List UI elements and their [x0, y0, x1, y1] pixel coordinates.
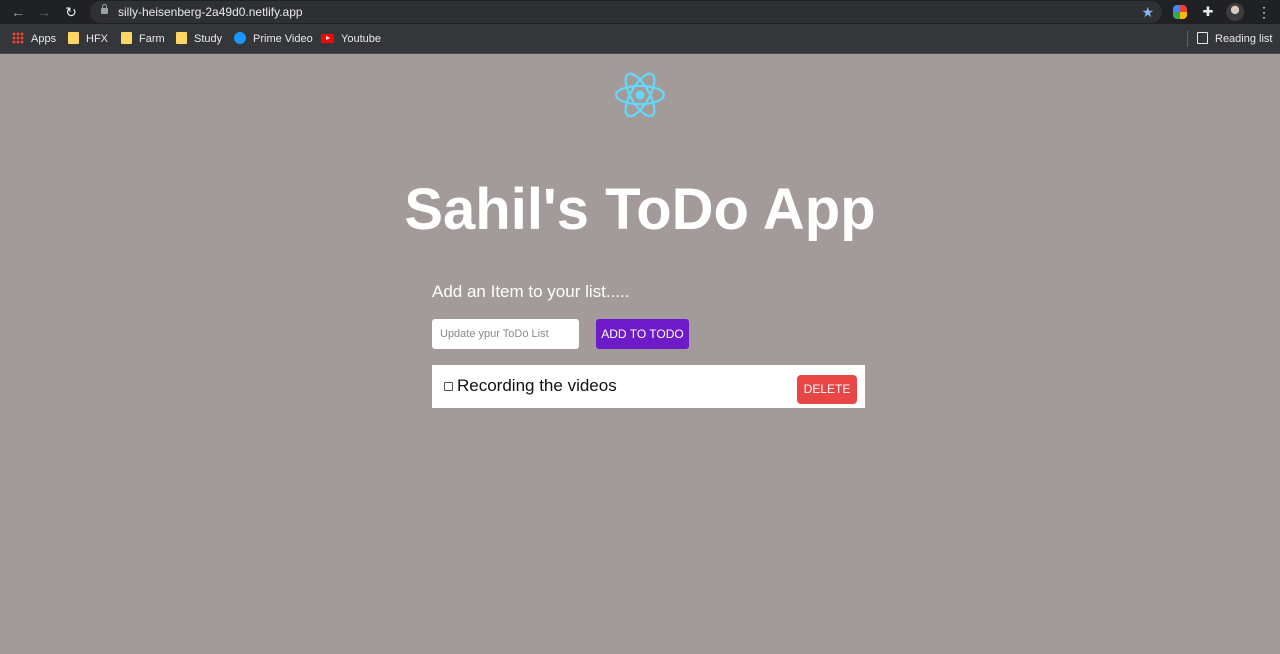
react-logo-icon [615, 72, 665, 118]
bookmark-prime-video[interactable]: Prime Video [234, 31, 313, 47]
browser-menu-icon[interactable]: ⋮ [1255, 3, 1273, 21]
address-bar[interactable]: silly-heisenberg-2a49d0.netlify.app ★ [90, 1, 1162, 23]
folder-icon [176, 32, 187, 45]
back-arrow-icon[interactable]: ← [9, 3, 27, 21]
bookmark-label: HFX [86, 33, 108, 45]
url-text[interactable]: silly-heisenberg-2a49d0.netlify.app [118, 5, 303, 19]
color-extension-icon[interactable] [1173, 5, 1187, 19]
bookmark-label: Farm [139, 33, 165, 45]
reading-list-icon [1197, 32, 1208, 45]
forward-arrow-icon[interactable]: → [35, 3, 53, 21]
prime-video-icon [234, 32, 246, 45]
bookmark-star-icon[interactable]: ★ [1141, 4, 1154, 20]
folder-icon [121, 32, 132, 45]
folder-icon [68, 32, 79, 45]
browser-toolbar: ← → ↻ silly-heisenberg-2a49d0.netlify.ap… [0, 0, 1280, 24]
reading-list-label: Reading list [1215, 33, 1273, 45]
todo-list-item: Recording the videos DELETE [432, 365, 865, 408]
bookmarks-bar: Apps HFX Farm Study Prime Video Youtube … [0, 24, 1280, 54]
bookmark-study[interactable]: Study [176, 31, 222, 47]
todo-checkbox[interactable] [444, 382, 453, 391]
profile-avatar[interactable] [1226, 3, 1244, 21]
bookmark-label: Youtube [341, 33, 381, 45]
todo-item-text: Recording the videos [457, 376, 617, 395]
bookmark-farm[interactable]: Farm [121, 31, 165, 47]
add-item-prompt: Add an Item to your list..... [432, 282, 630, 301]
reading-list-button[interactable]: Reading list [1197, 31, 1272, 47]
extensions-puzzle-icon[interactable]: ✚ [1199, 3, 1217, 21]
lock-icon[interactable] [101, 4, 108, 14]
delete-button[interactable]: DELETE [797, 375, 857, 404]
bookmark-label: Prime Video [253, 33, 313, 45]
bookmark-youtube[interactable]: Youtube [321, 31, 381, 47]
bookmark-hfx[interactable]: HFX [68, 31, 108, 47]
youtube-icon [321, 33, 334, 43]
page-title: Sahil's ToDo App [404, 177, 876, 242]
bookmark-apps[interactable]: Apps [12, 31, 56, 47]
bookmark-label: Apps [31, 33, 57, 45]
reload-icon[interactable]: ↻ [62, 3, 80, 21]
apps-grid-icon [12, 32, 24, 45]
bookmarks-divider [1187, 31, 1188, 47]
bookmark-label: Study [194, 33, 223, 45]
todo-input[interactable] [432, 319, 579, 349]
add-to-todo-button[interactable]: ADD TO TODO [596, 319, 689, 349]
